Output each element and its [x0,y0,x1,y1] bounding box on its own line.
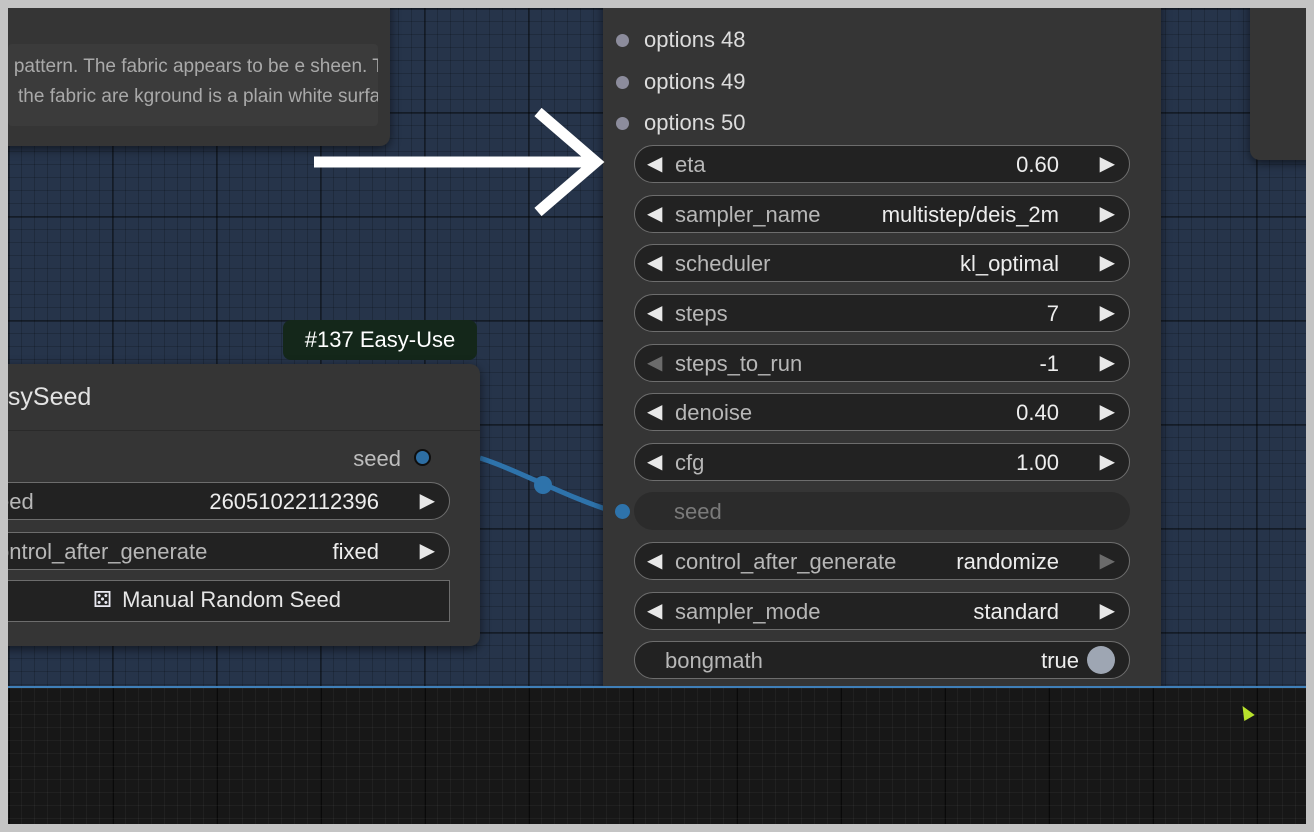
annotation-arrow-icon [314,108,605,217]
input-slot-label: options 50 [644,110,746,135]
widget-label: control_after_generate [675,549,897,574]
widget-label: steps_to_run [675,351,803,376]
arrow-left-icon[interactable]: ◀ [647,400,662,424]
node-badge: #137 Easy-Use [283,320,477,360]
arrow-right-icon[interactable]: ▶ [1100,549,1115,573]
widget-label: seed [674,499,722,524]
dice-icon: ⚄ [92,587,113,612]
control-after-generate-widget-sampler[interactable]: ◀ control_after_generate randomize ▶ [634,542,1130,580]
arrow-right-icon[interactable]: ▶ [1100,251,1115,275]
arrow-left-icon[interactable]: ◀ [647,450,662,474]
widget-label: eed [8,489,34,514]
scheduler-widget[interactable]: ◀ scheduler kl_optimal ▶ [634,244,1130,282]
widget-value: 26051022112396 [209,489,379,514]
button-label: Manual Random Seed [122,587,342,612]
widget-label: cfg [675,450,705,475]
widget-label: eta [675,152,706,177]
arrow-left-icon[interactable]: ◀ [647,599,662,623]
steps-to-run-widget[interactable]: ◀ steps_to_run -1 ▶ [634,344,1130,382]
control-after-generate-widget[interactable]: ontrol_after_generate fixed ▶ [8,532,450,570]
widget-value: randomize [956,549,1059,574]
input-slot-label: options 49 [644,69,746,94]
widget-label: sampler_name [675,202,821,227]
widget-label: bongmath [665,648,763,673]
output-label: seed [353,446,401,471]
node-title: asySeed [8,383,92,411]
widget-value: multistep/deis_2m [881,202,1059,227]
seed-input-slot-dot[interactable] [615,504,630,519]
widget-label: ontrol_after_generate [8,539,208,564]
arrow-left-icon[interactable]: ◀ [647,301,662,325]
widget-value: standard [973,599,1059,624]
arrow-right-icon[interactable]: ▶ [1100,599,1115,623]
seed-input-widget[interactable]: seed [634,492,1130,530]
arrow-left-icon[interactable]: ◀ [647,251,662,275]
widget-label: scheduler [675,251,771,276]
output-slot-dot[interactable] [414,449,431,466]
sampler-name-widget[interactable]: ◀ sampler_name multistep/deis_2m ▶ [634,195,1130,233]
arrow-left-icon[interactable]: ◀ [647,152,662,176]
cfg-widget[interactable]: ◀ cfg 1.00 ▶ [634,443,1130,481]
arrow-right-icon[interactable]: ▶ [1100,301,1115,325]
widget-value: fixed [332,539,379,564]
input-slot-dot[interactable] [616,34,629,47]
arrow-right-icon[interactable]: ▶ [1100,351,1115,375]
arrow-right-icon[interactable]: ▶ [1100,202,1115,226]
denoise-widget[interactable]: ◀ denoise 0.40 ▶ [634,393,1130,431]
arrow-right-icon[interactable]: ▶ [1100,400,1115,424]
widget-label: sampler_mode [675,599,821,624]
widget-value: -1 [1039,351,1059,376]
lower-canvas-area[interactable] [8,686,1306,824]
arrow-right-icon[interactable]: ▶ [420,489,435,513]
widget-value: 0.60 [1016,152,1059,177]
seed-widget[interactable]: eed 26051022112396 ▶ [8,482,450,520]
widget-value: true [1041,648,1079,673]
link-midpoint-handle [534,476,552,494]
bongmath-toggle-widget[interactable]: bongmath true [634,641,1130,679]
arrow-right-icon[interactable]: ▶ [1100,450,1115,474]
toggle-knob-icon[interactable] [1087,646,1115,674]
widget-label: denoise [675,400,753,425]
widget-value: 1.00 [1016,450,1059,475]
manual-random-seed-button[interactable]: ⚄ Manual Random Seed [8,580,450,622]
input-slot-dot[interactable] [616,76,629,89]
arrow-left-icon[interactable]: ◀ [647,351,662,375]
input-slot-dot[interactable] [616,117,629,130]
arrow-left-icon[interactable]: ◀ [647,549,662,573]
input-slot-label: options 48 [644,27,746,52]
graph-canvas[interactable]: d pattern. The fabric appears to be e sh… [8,8,1306,824]
arrow-right-icon[interactable]: ▶ [420,539,435,563]
arrow-left-icon[interactable]: ◀ [647,202,662,226]
eta-widget[interactable]: ◀ eta 0.60 ▶ [634,145,1130,183]
steps-widget[interactable]: ◀ steps 7 ▶ [634,294,1130,332]
widget-label: steps [675,301,728,326]
widget-value: 7 [1046,301,1059,326]
sampler-mode-widget[interactable]: ◀ sampler_mode standard ▶ [634,592,1130,630]
widget-value: 0.40 [1016,400,1059,425]
arrow-right-icon[interactable]: ▶ [1100,152,1115,176]
widget-value: kl_optimal [959,251,1059,276]
node-divider [8,430,480,431]
